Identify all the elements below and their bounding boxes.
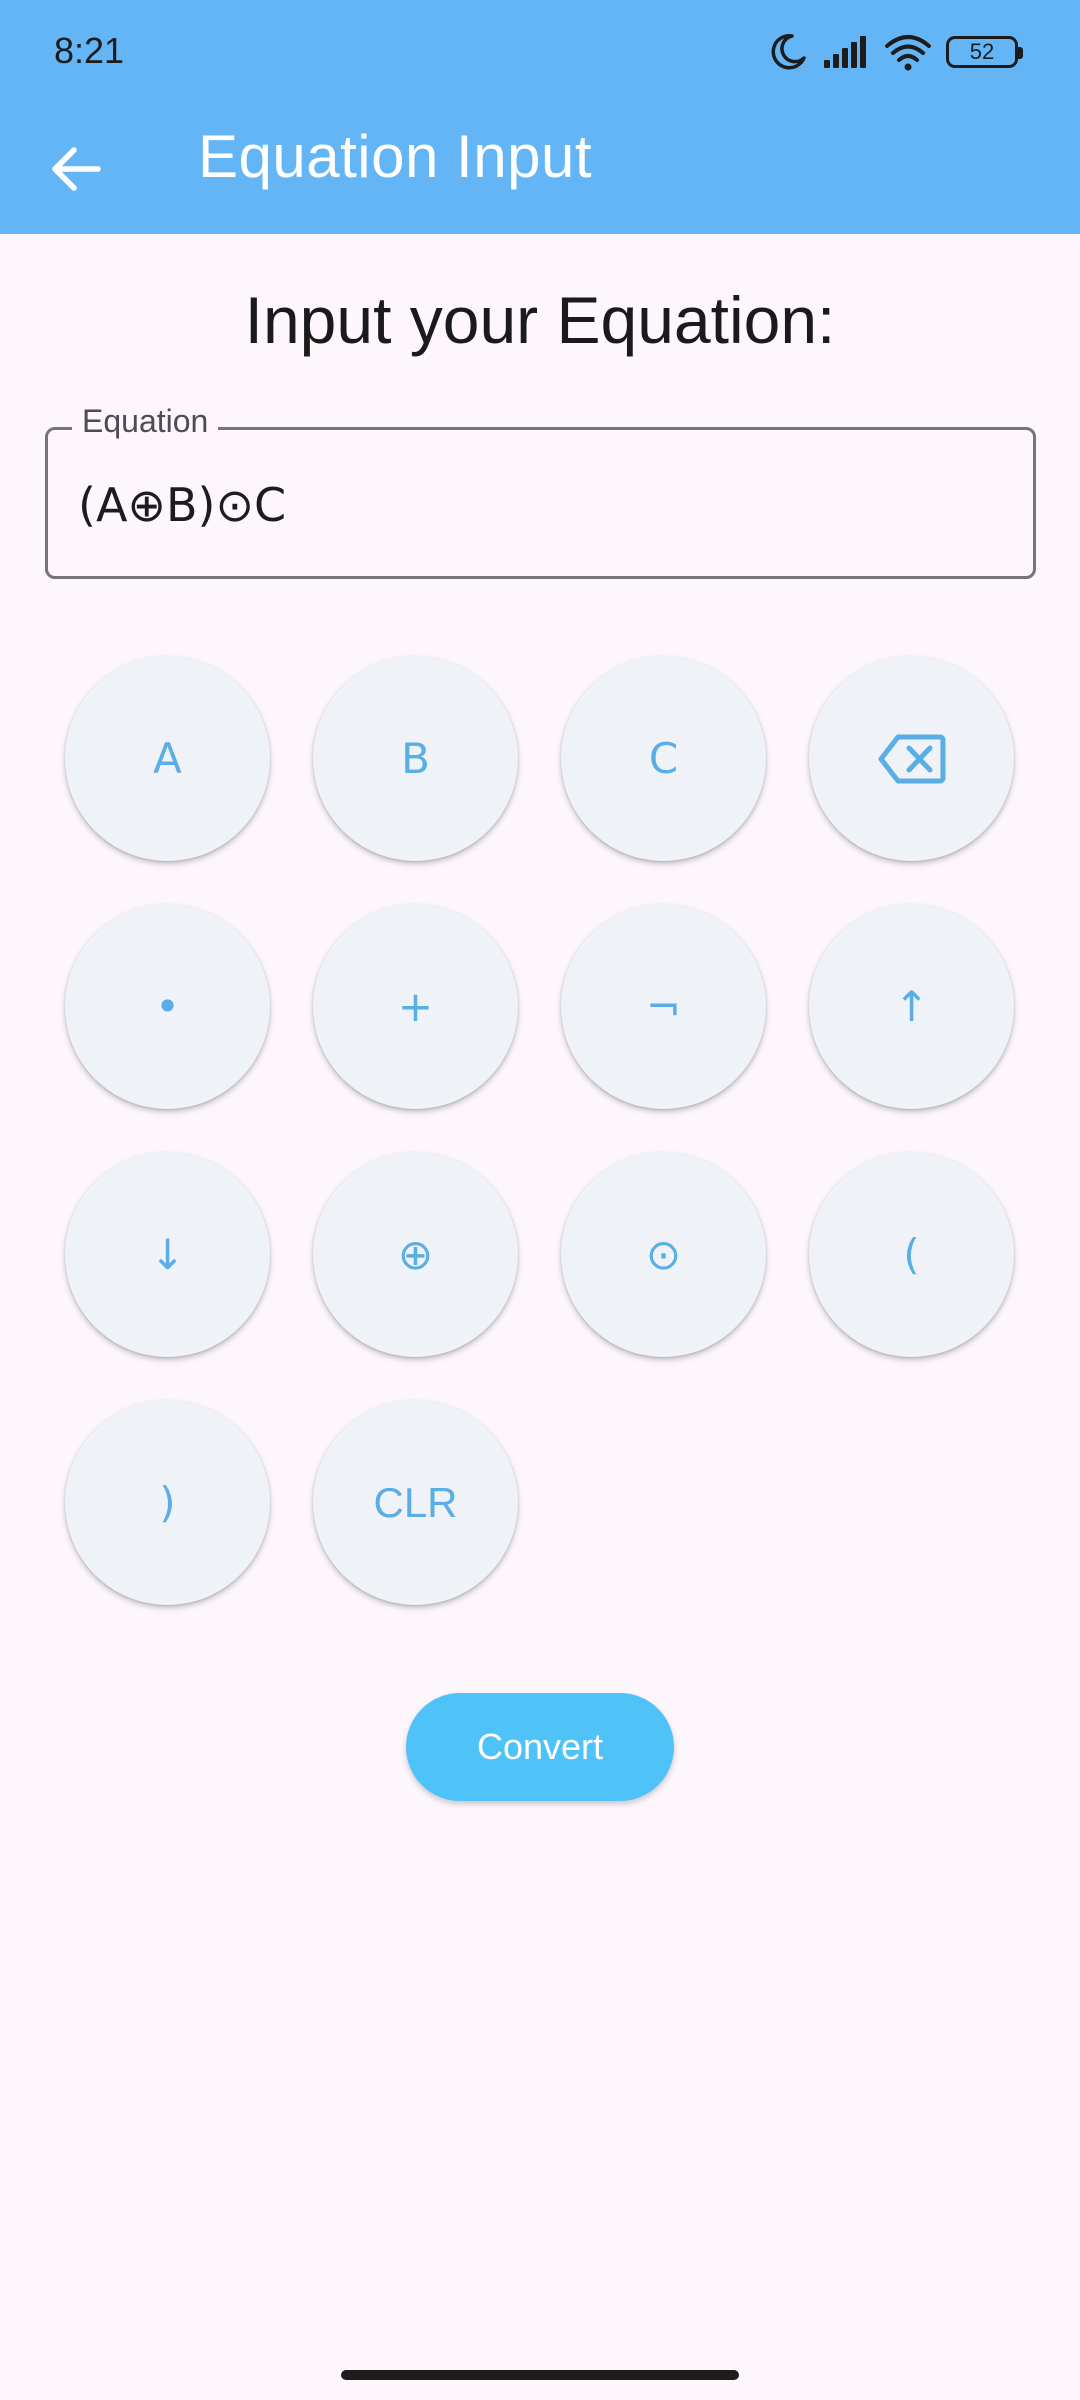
signal-icon (822, 34, 870, 70)
battery-icon: 52 (946, 36, 1023, 68)
status-icons: 52 (768, 30, 1023, 74)
app-bar: 8:21 52 Equation Input (0, 0, 1080, 234)
backspace-icon (878, 734, 945, 783)
toolbar: Equation Input (0, 104, 1080, 234)
key-or[interactable]: + (313, 904, 518, 1109)
wifi-icon (884, 32, 932, 72)
convert-button[interactable]: Convert (406, 1693, 674, 1801)
key-and[interactable]: • (65, 904, 270, 1109)
key-a[interactable]: A (65, 656, 270, 861)
equation-field-label: Equation (72, 403, 219, 440)
key-not[interactable]: ¬ (561, 904, 766, 1109)
page-title: Equation Input (198, 123, 592, 190)
key-open-paren[interactable]: ( (809, 1152, 1014, 1357)
clear-button[interactable]: CLR (313, 1400, 518, 1605)
equation-input[interactable] (78, 470, 998, 540)
key-xor[interactable]: ⊕ (313, 1152, 518, 1357)
home-indicator[interactable] (341, 2370, 739, 2380)
key-nand[interactable]: ↑ (809, 904, 1014, 1109)
battery-level: 52 (969, 39, 995, 64)
status-time: 8:21 (54, 30, 125, 71)
equation-prompt: Input your Equation: (244, 283, 836, 357)
key-close-paren[interactable]: ) (65, 1400, 270, 1605)
status-bar: 8:21 52 (0, 0, 1080, 104)
key-xnor[interactable]: ⊙ (561, 1152, 766, 1357)
key-b[interactable]: B (313, 656, 518, 861)
key-c[interactable]: C (561, 656, 766, 861)
back-button[interactable] (32, 129, 120, 209)
arrow-back-icon (52, 147, 101, 191)
moon-icon (768, 32, 808, 72)
key-nor[interactable]: ↓ (65, 1152, 270, 1357)
equation-field[interactable]: Equation (45, 403, 1036, 579)
backspace-button[interactable] (809, 656, 1014, 861)
